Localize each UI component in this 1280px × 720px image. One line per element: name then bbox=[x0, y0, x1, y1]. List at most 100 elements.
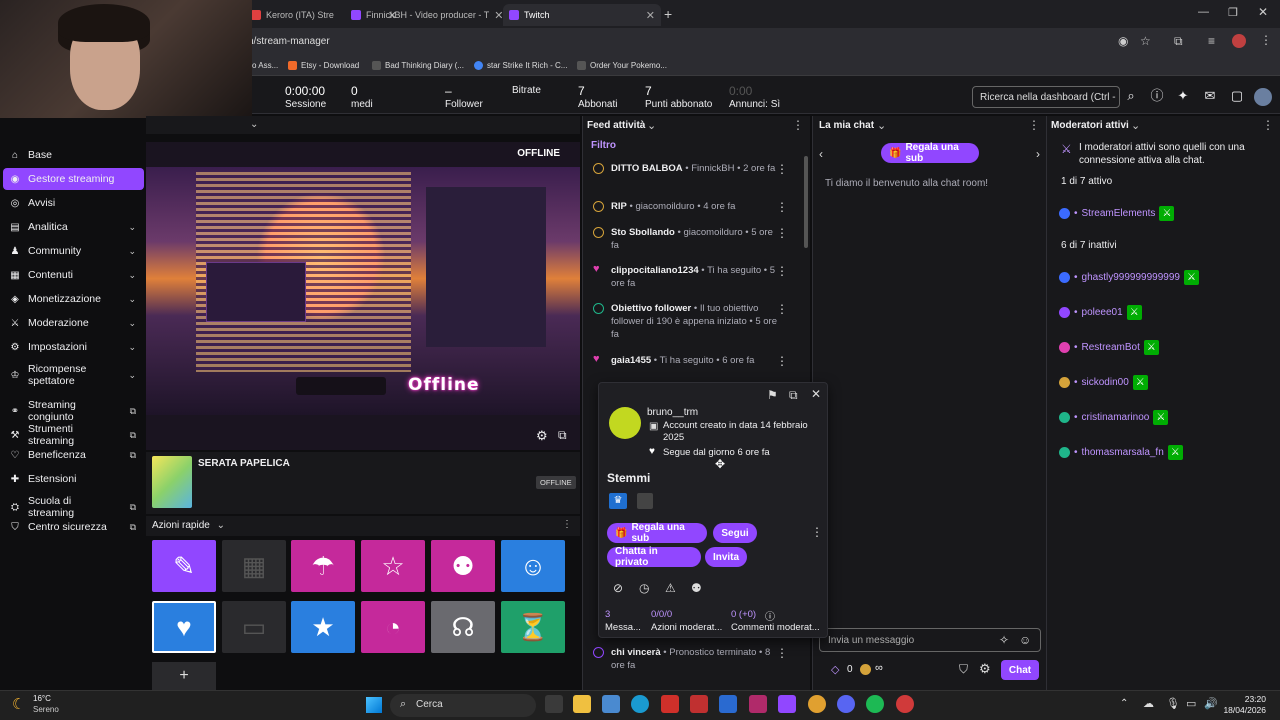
chevron-down-icon[interactable]: ⌄ bbox=[877, 119, 886, 132]
bookmark-item[interactable]: o Ass... bbox=[252, 61, 278, 70]
channel-points-icon[interactable] bbox=[860, 664, 871, 675]
bookmark-item[interactable]: Order Your Pokemo... bbox=[577, 61, 667, 70]
bookmark-item[interactable]: star Strike It Rich - C... bbox=[474, 61, 567, 70]
sidebar-item[interactable]: ♡ Beneficenza ⧉ bbox=[3, 444, 144, 466]
clock-time[interactable]: 23:20 bbox=[1222, 694, 1266, 704]
feed-item[interactable]: chi vincerà • Pronostico terminato • 8 o… bbox=[593, 646, 783, 672]
sidebar-item[interactable]: ♟ Community ⌄ bbox=[3, 240, 144, 262]
user-avatar[interactable] bbox=[1254, 88, 1272, 106]
sidebar-item[interactable]: ⚙ Impostazioni ⌄ bbox=[3, 336, 144, 358]
mcafee-icon[interactable] bbox=[690, 695, 708, 713]
shield-icon[interactable]: ⛉ bbox=[959, 662, 968, 677]
browser-tab-active[interactable]: Twitch ✕ bbox=[503, 4, 661, 26]
emote-button[interactable]: ☺ bbox=[501, 540, 565, 592]
sidebar-item[interactable]: ◉ Gestore streaming bbox=[3, 168, 144, 190]
kebab-menu-icon[interactable]: ⋮ bbox=[1028, 118, 1040, 132]
feed-item-menu-icon[interactable]: ⋮ bbox=[776, 264, 788, 278]
feed-item[interactable]: ♥ clippocitaliano1234 • Ti ha seguito • 5… bbox=[593, 263, 783, 290]
sidebar-item[interactable]: ✚ Estensioni bbox=[3, 468, 144, 490]
stream-title[interactable]: SERATA PAPELICA bbox=[198, 458, 290, 469]
discord-icon[interactable] bbox=[837, 695, 855, 713]
sidebar-item[interactable]: ▤ Analitica ⌄ bbox=[3, 216, 144, 238]
add-mod-icon[interactable]: ⚉ bbox=[691, 581, 702, 595]
twitch-app-icon[interactable] bbox=[778, 695, 796, 713]
sparkle-icon[interactable]: ✦ bbox=[1175, 88, 1191, 104]
sidebar-item[interactable]: ⌂ Base bbox=[3, 144, 144, 166]
feed-item[interactable]: DITTO BALBOA • FinnickBH • 2 ore fa bbox=[593, 162, 783, 175]
magic-icon[interactable]: ✧ bbox=[999, 633, 1009, 647]
eye-icon[interactable]: ◉ bbox=[1118, 34, 1128, 48]
feed-item[interactable]: Sto Sbollando • giacomoilduro • 5 ore fa bbox=[593, 226, 783, 252]
extensions-icon[interactable]: ⧉ bbox=[1174, 34, 1183, 49]
follow-button[interactable]: Segui bbox=[713, 523, 757, 543]
gift-sub-button[interactable]: 🎁 Regala una sub bbox=[607, 522, 707, 544]
moderator-entry[interactable]: • sickodin00 ⚔ bbox=[1059, 375, 1148, 390]
poll-button[interactable]: ⏳ bbox=[501, 601, 565, 653]
close-window-icon[interactable]: ✕ bbox=[1258, 5, 1268, 19]
category-thumbnail[interactable] bbox=[152, 456, 192, 508]
kebab-menu-icon[interactable]: ⋮ bbox=[1260, 33, 1272, 47]
chat-send-button[interactable]: Chat bbox=[1001, 660, 1039, 680]
game-app-icon[interactable] bbox=[749, 695, 767, 713]
ad-button[interactable]: ▭ bbox=[222, 601, 286, 653]
feed-item-menu-icon[interactable]: ⋮ bbox=[776, 646, 788, 660]
crown-badge-icon[interactable]: ♛ bbox=[609, 493, 627, 509]
invite-button[interactable]: Invita bbox=[705, 547, 747, 567]
kebab-menu-icon[interactable]: ⋮ bbox=[811, 525, 823, 539]
browser-tab[interactable]: FinnickBH - Video producer - T ✕ bbox=[345, 4, 503, 26]
obs-icon[interactable] bbox=[896, 695, 914, 713]
kebab-menu-icon[interactable]: ⋮ bbox=[562, 519, 572, 530]
close-icon[interactable]: ✕ bbox=[811, 387, 821, 401]
bookmark-star-icon[interactable]: ☆ bbox=[1140, 34, 1151, 48]
file-explorer-icon[interactable] bbox=[573, 695, 591, 713]
mail-icon[interactable]: ✉ bbox=[1202, 88, 1218, 104]
sidebar-item[interactable]: ⚔ Moderazione ⌄ bbox=[3, 312, 144, 334]
chevron-right-icon[interactable]: › bbox=[1036, 147, 1040, 161]
add-action-button[interactable]: + bbox=[152, 662, 216, 690]
feed-item-menu-icon[interactable]: ⋮ bbox=[776, 162, 788, 176]
emote-picker-icon[interactable]: ☺ bbox=[1019, 633, 1031, 647]
bookmark-item[interactable]: Bad Thinking Diary (... bbox=[372, 61, 464, 70]
moderator-entry[interactable]: • ghastly999999999999 ⚔ bbox=[1059, 270, 1199, 285]
minimize-icon[interactable]: — bbox=[1198, 6, 1209, 18]
chevron-down-icon[interactable]: ⌄ bbox=[647, 119, 656, 132]
menu-list-icon[interactable]: ≡ bbox=[1208, 34, 1215, 48]
bits-icon[interactable]: ◇ bbox=[831, 663, 839, 676]
qr-badge-icon[interactable] bbox=[637, 493, 653, 509]
profile-avatar[interactable] bbox=[1232, 34, 1246, 48]
new-tab-icon[interactable]: + bbox=[664, 6, 672, 22]
chevron-down-icon[interactable]: ⌄ bbox=[1131, 119, 1140, 132]
edit-stream-info-button[interactable]: ✎ bbox=[152, 540, 216, 592]
popout-icon[interactable]: ⧉ bbox=[789, 388, 798, 403]
feed-item-menu-icon[interactable]: ⋮ bbox=[776, 226, 788, 240]
onedrive-icon[interactable]: ☁ bbox=[1143, 697, 1154, 710]
mod-comments-label[interactable]: Commenti moderat... bbox=[731, 622, 820, 633]
moderator-entry[interactable]: • RestreamBot ⚔ bbox=[1059, 340, 1159, 355]
moderator-entry[interactable]: • poleee01 ⚔ bbox=[1059, 305, 1142, 320]
restore-icon[interactable]: ❐ bbox=[1228, 6, 1238, 19]
app-l-icon[interactable] bbox=[661, 695, 679, 713]
timeout-icon[interactable]: ◷ bbox=[639, 581, 649, 595]
moderator-entry[interactable]: • cristinamarinoo ⚔ bbox=[1059, 410, 1169, 425]
dashboard-search-input[interactable]: Ricerca nella dashboard (Ctrl - bbox=[972, 86, 1120, 108]
close-tab-icon[interactable]: ✕ bbox=[646, 9, 655, 22]
mod-actions-label[interactable]: Azioni moderat... bbox=[651, 622, 722, 633]
ban-icon[interactable]: ⊘ bbox=[613, 581, 623, 595]
filter-link[interactable]: Filtro bbox=[591, 140, 616, 151]
network-icon[interactable]: ▭ bbox=[1186, 697, 1196, 710]
feed-item-menu-icon[interactable]: ⋮ bbox=[776, 302, 788, 316]
feed-item-menu-icon[interactable]: ⋮ bbox=[776, 354, 788, 368]
pin-icon[interactable]: ⚑ bbox=[767, 388, 778, 402]
highlight-button[interactable]: ☆ bbox=[361, 540, 425, 592]
chrome-icon[interactable] bbox=[808, 695, 826, 713]
microphone-icon[interactable]: 🎙 bbox=[1166, 697, 1180, 710]
collapse-chevron-icon[interactable]: ⌄ bbox=[250, 119, 258, 130]
settings-gear-icon[interactable]: ⚙ bbox=[536, 428, 548, 444]
shoutout-button[interactable]: ☊ bbox=[431, 601, 495, 653]
prediction-button[interactable]: ☂ bbox=[291, 540, 355, 592]
feed-item[interactable]: Obiettivo follower • Il tuo obiettivo fo… bbox=[593, 302, 783, 341]
follow-mode-button[interactable]: ♥ bbox=[152, 601, 216, 653]
windows-start-icon[interactable] bbox=[366, 697, 382, 713]
warning-icon[interactable]: ⚠ bbox=[665, 581, 676, 595]
moderator-entry[interactable]: • thomasmarsala_fn ⚔ bbox=[1059, 445, 1183, 460]
